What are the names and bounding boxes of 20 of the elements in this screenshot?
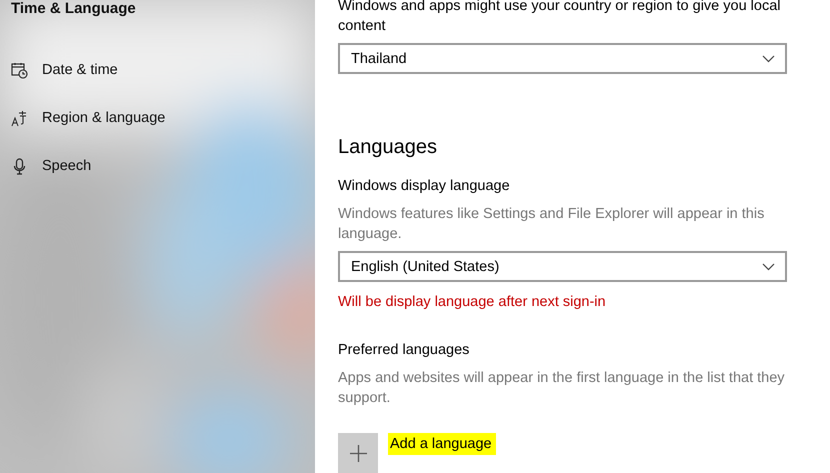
microphone-icon <box>11 158 28 174</box>
chevron-down-icon <box>762 54 775 62</box>
field-description: Apps and websites will appear in the first language in the list that they support. <box>338 369 786 408</box>
field-label: Windows display language <box>338 177 511 196</box>
add-language-link[interactable]: Add a language <box>388 433 496 455</box>
section-title: Time & Language <box>11 0 137 19</box>
field-label: Preferred languages <box>338 341 470 360</box>
nav-item[interactable]: Region & language <box>11 94 315 142</box>
chevron-down-icon <box>762 262 775 270</box>
display-language-dropdown[interactable]: English (United States) <box>338 251 787 282</box>
plus-icon <box>350 444 366 462</box>
warning-message: Will be display language after next sign-in <box>338 293 607 312</box>
country-dropdown[interactable]: Thailand <box>338 43 787 74</box>
field-description: Windows features like Settings and File Explorer will appear in this language. <box>338 205 766 244</box>
nav-item[interactable]: Speech <box>11 142 315 190</box>
language-icon <box>11 110 28 126</box>
section-heading: Languages <box>338 135 438 160</box>
nav-item[interactable]: Date & time <box>11 46 315 94</box>
add-button[interactable] <box>338 433 378 473</box>
calendar-clock-icon <box>11 62 28 78</box>
